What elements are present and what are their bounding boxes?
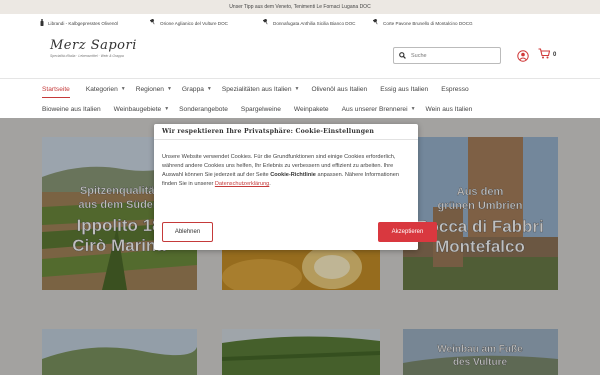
account-icon[interactable] (517, 49, 529, 62)
nav-row: Startseite Kategorien ▼ Regionen ▼ Grappa ▼… (42, 79, 469, 99)
cart-button[interactable]: 0 (538, 48, 562, 62)
usp-bar: Librandi - Kalbgepresstes Olivenöl Orion… (0, 14, 600, 32)
nav-item-espresso[interactable]: Espresso (441, 86, 469, 93)
cart-count: 0 (553, 52, 557, 58)
cookie-consent-dialog: Wir respektieren Ihre Privatsphäre: Cook… (154, 124, 437, 250)
usp-text: Donnafugata Anthilia Sicilia Bianco DOC (273, 20, 356, 26)
nav-item-bioweine[interactable]: Bioweine aus Italien (42, 106, 101, 113)
nav-label: Sonderangebote (179, 105, 228, 113)
nav-item-kategorien[interactable]: Kategorien ▼ (86, 86, 126, 93)
chevron-down-icon: ▼ (294, 86, 300, 92)
nav-item-wein-aus-italien[interactable]: Wein aus Italien (426, 106, 473, 113)
chevron-down-icon: ▼ (410, 106, 416, 112)
usp-text: Corte Pavone Brunello di Montalcino DOCG (383, 20, 473, 26)
nav-item-brennerei[interactable]: Aus unserer Brennerei ▼ (342, 106, 416, 113)
nav-label: Weinbaugebiete (113, 105, 162, 113)
site-header: Merz Sapori Specialità d'Italia · Lebens… (0, 32, 600, 78)
nav-label: Kategorien (85, 85, 118, 93)
nav-label: Weinpakete (293, 105, 329, 113)
nav-item-essig[interactable]: Essig aus Italien (380, 86, 428, 93)
announcement-text[interactable]: Unser Tipp aus dem Veneto, Tenimenti Le … (229, 4, 370, 10)
cookie-text: . (269, 181, 271, 188)
logo-brand: Merz Sapori (50, 38, 137, 53)
chevron-down-icon: ▼ (166, 86, 172, 92)
nav-item-regionen[interactable]: Regionen ▼ (136, 86, 172, 93)
main-navigation: Startseite Kategorien ▼ Regionen ▼ Grappa ▼… (0, 78, 600, 118)
nav-label: Regionen (135, 85, 164, 93)
nav-item-olivenoel[interactable]: Olivenöl aus Italien (311, 86, 367, 93)
nav-label: Grappa (181, 85, 204, 93)
nav-item-grappa[interactable]: Grappa ▼ (182, 86, 212, 93)
search-icon[interactable] (397, 51, 407, 61)
chevron-down-icon: ▼ (206, 86, 212, 92)
nav-label: Spezialitäten aus Italien (221, 85, 292, 93)
cookie-dialog-title: Wir respektieren Ihre Privatsphäre: Cook… (154, 124, 418, 140)
nav-item-spargelweine[interactable]: Spargelweine (241, 106, 281, 113)
nav-label: Bioweine aus Italien (42, 105, 101, 113)
nav-label: Espresso (441, 85, 469, 93)
nav-item-weinpakete[interactable]: Weinpakete (294, 106, 329, 113)
cart-icon (538, 46, 551, 64)
chevron-down-icon: ▼ (120, 86, 126, 92)
nav-label: Olivenöl aus Italien (311, 85, 368, 93)
nav-label: Wein aus Italien (425, 105, 473, 113)
site-logo[interactable]: Merz Sapori Specialità d'Italia · Lebens… (50, 38, 140, 74)
nav-row: Bioweine aus Italien Weinbaugebiete ▼ Son… (42, 99, 472, 119)
usp-item: Librandi - Kalbgepresstes Olivenöl (40, 18, 150, 28)
nav-item-weinbaugebiete[interactable]: Weinbaugebiete ▼ (114, 106, 170, 113)
search-input[interactable] (411, 52, 491, 59)
wine-glass-icon (149, 18, 156, 27)
nav-item-sonderangebote[interactable]: Sonderangebote (179, 106, 228, 113)
usp-item: Corte Pavone Brunello di Montalcino DOCG (372, 18, 513, 27)
bottle-icon (40, 18, 44, 28)
usp-text: Orione Aglianico del Vulture DOC (160, 20, 229, 26)
reject-cookies-button[interactable]: Ablehnen (162, 222, 213, 242)
usp-item: Orione Aglianico del Vulture DOC (149, 18, 263, 27)
nav-label: Startseite (42, 85, 70, 93)
usp-item: Donnafugata Anthilia Sicilia Bianco DOC (262, 18, 373, 27)
logo-tagline: Specialità d'Italia · Lebensmittel · Wei… (50, 54, 124, 58)
nav-label: Essig aus Italien (380, 85, 429, 93)
nav-label: Aus unserer Brennerei (341, 105, 408, 113)
chevron-down-icon: ▼ (164, 106, 170, 112)
search-box[interactable] (393, 47, 501, 64)
announcement-bar: Unser Tipp aus dem Veneto, Tenimenti Le … (0, 0, 600, 14)
cookie-policy-link[interactable]: Cookie-Richtlinie (270, 172, 316, 178)
wine-glass-icon (372, 18, 379, 27)
wine-glass-icon (262, 18, 269, 27)
nav-item-startseite[interactable]: Startseite (42, 85, 70, 98)
nav-label: Spargelweine (240, 105, 281, 113)
cookie-dialog-body: Unsere Website verwendet Cookies. Für di… (162, 153, 414, 189)
privacy-policy-link[interactable]: Datenschutzerklärung (215, 181, 269, 187)
accept-cookies-button[interactable]: Akzeptieren (378, 222, 437, 242)
usp-text: Librandi - Kalbgepresstes Olivenöl (48, 20, 118, 26)
nav-item-spezialitaeten[interactable]: Spezialitäten aus Italien ▼ (222, 86, 300, 93)
